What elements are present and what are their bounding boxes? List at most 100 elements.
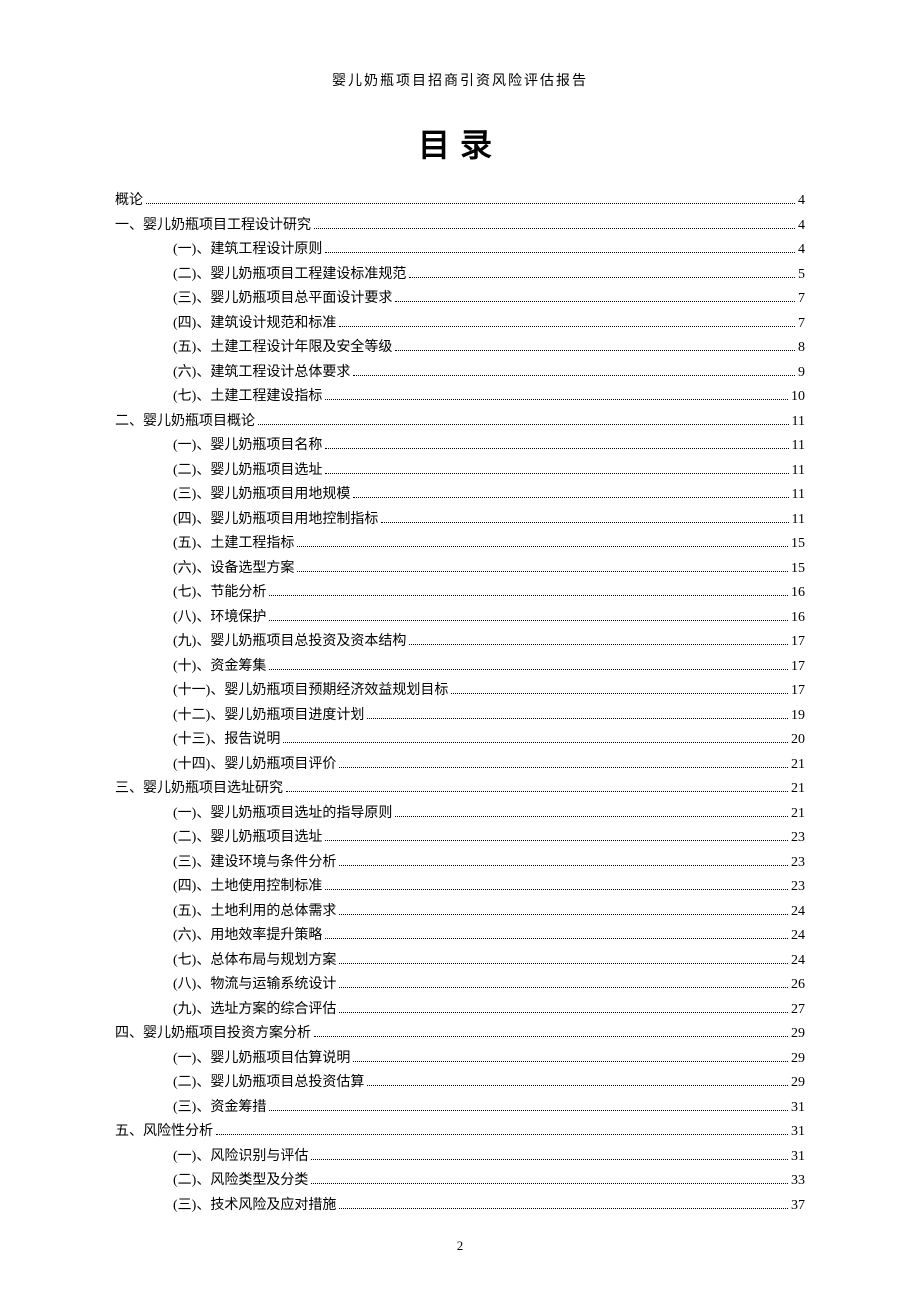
toc-entry-page: 7 <box>798 292 805 306</box>
toc-entry[interactable]: 五、风险性分析31 <box>115 1125 805 1139</box>
toc-entry-label: (六)、建筑工程设计总体要求 <box>173 366 350 380</box>
toc-leader-dots <box>339 914 788 915</box>
toc-entry[interactable]: (一)、婴儿奶瓶项目估算说明29 <box>115 1052 805 1066</box>
toc-leader-dots <box>367 718 788 719</box>
toc-leader-dots <box>314 1036 788 1037</box>
toc-entry-label: (四)、婴儿奶瓶项目用地控制指标 <box>173 513 378 527</box>
toc-entry[interactable]: (八)、环境保护16 <box>115 611 805 625</box>
toc-entry[interactable]: (八)、物流与运输系统设计 26 <box>115 978 805 992</box>
toc-entry-page: 17 <box>791 660 805 674</box>
toc-entry-label: (一)、风险识别与评估 <box>173 1150 308 1164</box>
toc-leader-dots <box>325 938 788 939</box>
toc-leader-dots <box>146 203 795 204</box>
toc-entry[interactable]: (九)、选址方案的综合评估27 <box>115 1003 805 1017</box>
toc-leader-dots <box>353 1061 788 1062</box>
toc-entry-page: 16 <box>791 586 805 600</box>
toc-entry[interactable]: (三)、技术风险及应对措施37 <box>115 1199 805 1213</box>
toc-entry-page: 9 <box>798 366 805 380</box>
toc-entry[interactable]: (四)、土地使用控制标准 23 <box>115 880 805 894</box>
toc-entry-label: (三)、技术风险及应对措施 <box>173 1199 336 1213</box>
toc-entry[interactable]: (十三)、报告说明 20 <box>115 733 805 747</box>
toc-entry[interactable]: (三)、建设环境与条件分析23 <box>115 856 805 870</box>
toc-entry[interactable]: (十)、资金筹集17 <box>115 660 805 674</box>
toc-leader-dots <box>286 791 788 792</box>
toc-entry-page: 33 <box>791 1174 805 1188</box>
toc-entry-page: 31 <box>791 1150 805 1164</box>
toc-entry[interactable]: (七)、总体布局与规划方案24 <box>115 954 805 968</box>
toc-entry-label: (五)、土建工程指标 <box>173 537 294 551</box>
toc-entry[interactable]: (五)、土建工程指标15 <box>115 537 805 551</box>
toc-entry[interactable]: 四、婴儿奶瓶项目投资方案分析29 <box>115 1027 805 1041</box>
toc-entry-page: 20 <box>791 733 805 747</box>
toc-leader-dots <box>216 1134 788 1135</box>
toc-entry[interactable]: (三)、资金筹措31 <box>115 1101 805 1115</box>
toc-entry-page: 5 <box>798 268 805 282</box>
toc-entry-label: (十二)、婴儿奶瓶项目进度计划 <box>173 709 364 723</box>
toc-entry[interactable]: (五)、土地利用的总体需求24 <box>115 905 805 919</box>
toc-entry[interactable]: (二)、风险类型及分类33 <box>115 1174 805 1188</box>
toc-leader-dots <box>339 987 788 988</box>
toc-leader-dots <box>325 473 788 474</box>
toc-entry[interactable]: (四)、建筑设计规范和标准7 <box>115 317 805 331</box>
toc-entry[interactable]: (一)、风险识别与评估 31 <box>115 1150 805 1164</box>
toc-leader-dots <box>325 889 788 890</box>
toc-entry-label: (二)、婴儿奶瓶项目选址 <box>173 464 322 478</box>
toc-entry-page: 8 <box>798 341 805 355</box>
toc-entry[interactable]: (四)、婴儿奶瓶项目用地控制指标 11 <box>115 513 805 527</box>
toc-entry[interactable]: (九)、婴儿奶瓶项目总投资及资本结构17 <box>115 635 805 649</box>
toc-entry-page: 23 <box>791 880 805 894</box>
toc-leader-dots <box>269 620 788 621</box>
toc-entry[interactable]: 概论4 <box>115 194 805 208</box>
toc-entry[interactable]: 二、婴儿奶瓶项目概论11 <box>115 415 805 429</box>
toc-entry[interactable]: (一)、婴儿奶瓶项目名称11 <box>115 439 805 453</box>
toc-entry-page: 31 <box>791 1125 805 1139</box>
toc-entry-page: 26 <box>791 978 805 992</box>
toc-leader-dots <box>269 669 788 670</box>
toc-entry-page: 4 <box>798 194 805 208</box>
toc-entry[interactable]: (十一)、婴儿奶瓶项目预期经济效益规划目标17 <box>115 684 805 698</box>
toc-leader-dots <box>269 1110 788 1111</box>
toc-entry-page: 29 <box>791 1027 805 1041</box>
toc-entry[interactable]: (五)、土建工程设计年限及安全等级 8 <box>115 341 805 355</box>
toc-entry[interactable]: (一)、婴儿奶瓶项目选址的指导原则21 <box>115 807 805 821</box>
toc-entry[interactable]: (十四)、婴儿奶瓶项目评价21 <box>115 758 805 772</box>
toc-entry-page: 11 <box>792 415 805 429</box>
toc-entry-page: 17 <box>791 684 805 698</box>
toc-entry-label: (四)、土地使用控制标准 <box>173 880 322 894</box>
toc-leader-dots <box>311 1159 788 1160</box>
toc-entry-label: (八)、物流与运输系统设计 <box>173 978 336 992</box>
toc-entry-label: (十三)、报告说明 <box>173 733 280 747</box>
toc-entry-label: (一)、建筑工程设计原则 <box>173 243 322 257</box>
toc-entry[interactable]: (六)、建筑工程设计总体要求 9 <box>115 366 805 380</box>
toc-entry-label: (二)、婴儿奶瓶项目选址 <box>173 831 322 845</box>
toc-leader-dots <box>353 497 788 498</box>
toc-entry[interactable]: (二)、婴儿奶瓶项目工程建设标准规范5 <box>115 268 805 282</box>
toc-entry[interactable]: (三)、婴儿奶瓶项目总平面设计要求7 <box>115 292 805 306</box>
toc-leader-dots <box>297 546 788 547</box>
toc-entry-label: (七)、土建工程建设指标 <box>173 390 322 404</box>
toc-entry-page: 21 <box>791 782 805 796</box>
toc-entry[interactable]: (二)、婴儿奶瓶项目选址11 <box>115 464 805 478</box>
toc-entry-page: 23 <box>791 831 805 845</box>
toc-entry[interactable]: (二)、婴儿奶瓶项目总投资估算29 <box>115 1076 805 1090</box>
toc-entry-label: (五)、土建工程设计年限及安全等级 <box>173 341 392 355</box>
toc-leader-dots <box>325 840 788 841</box>
toc-entry[interactable]: (六)、用地效率提升策略24 <box>115 929 805 943</box>
toc-entry-page: 11 <box>792 513 805 527</box>
toc-entry-page: 21 <box>791 758 805 772</box>
toc-entry[interactable]: (六)、设备选型方案15 <box>115 562 805 576</box>
toc-entry[interactable]: (三)、婴儿奶瓶项目用地规模11 <box>115 488 805 502</box>
toc-entry[interactable]: (十二)、婴儿奶瓶项目进度计划19 <box>115 709 805 723</box>
toc-entry-label: (一)、婴儿奶瓶项目选址的指导原则 <box>173 807 392 821</box>
toc-leader-dots <box>339 326 795 327</box>
toc-leader-dots <box>339 767 788 768</box>
toc-entry[interactable]: (七)、土建工程建设指标10 <box>115 390 805 404</box>
toc-entry[interactable]: (一)、建筑工程设计原则4 <box>115 243 805 257</box>
toc-entry[interactable]: 一、婴儿奶瓶项目工程设计研究4 <box>115 219 805 233</box>
toc-entry-label: (二)、婴儿奶瓶项目总投资估算 <box>173 1076 364 1090</box>
toc-entry[interactable]: 三、婴儿奶瓶项目选址研究21 <box>115 782 805 796</box>
toc-leader-dots <box>381 522 788 523</box>
toc-entry[interactable]: (七)、节能分析16 <box>115 586 805 600</box>
toc-entry[interactable]: (二)、婴儿奶瓶项目选址 23 <box>115 831 805 845</box>
toc-entry-page: 29 <box>791 1052 805 1066</box>
